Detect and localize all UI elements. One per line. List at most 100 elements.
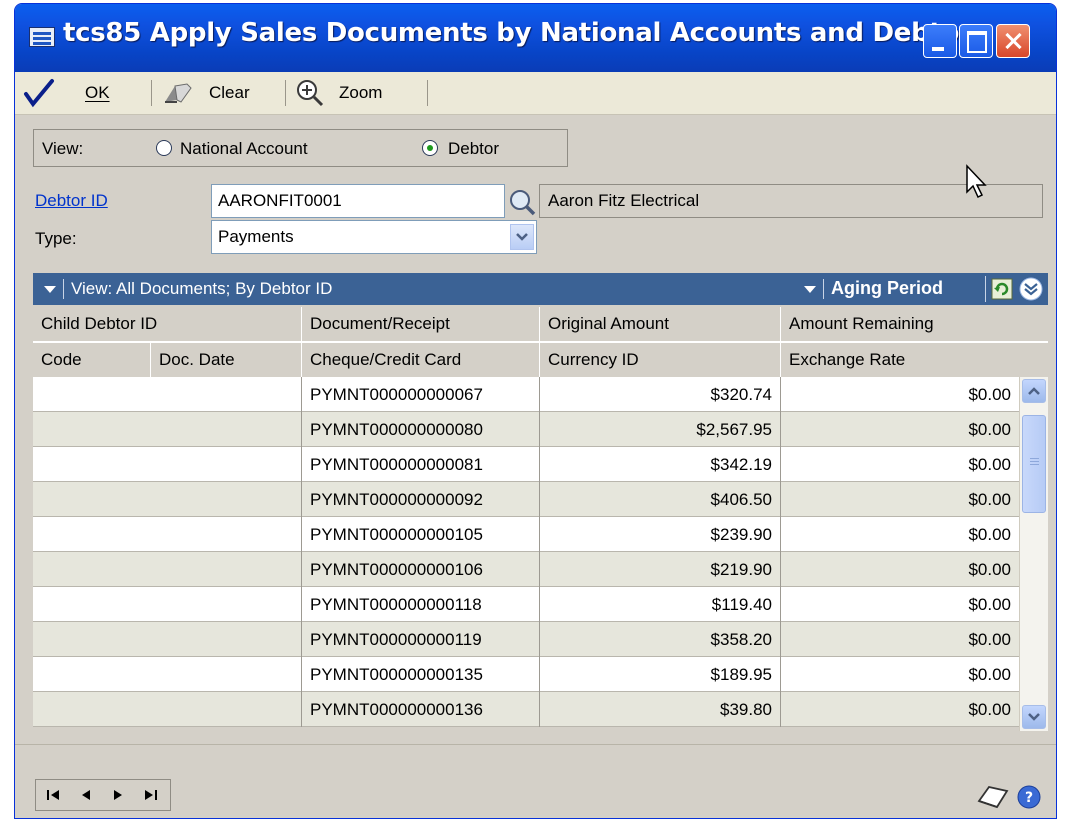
lookup-icon xyxy=(510,190,536,216)
table-row[interactable]: PYMNT000000000135 $189.95 $0.00 xyxy=(33,657,1019,692)
zoom-icon xyxy=(297,80,324,107)
cell-amount-remaining[interactable]: $0.00 xyxy=(781,377,1019,412)
cell-amount-remaining[interactable]: $0.00 xyxy=(781,622,1019,657)
cell-child-debtor-id[interactable] xyxy=(33,377,302,412)
scroll-down-button[interactable] xyxy=(1022,705,1046,729)
radio-national-account[interactable] xyxy=(156,140,172,156)
cell-child-debtor-id[interactable] xyxy=(33,482,302,517)
cell-child-debtor-id[interactable] xyxy=(33,447,302,482)
table-row[interactable]: PYMNT000000000119 $358.20 $0.00 xyxy=(33,622,1019,657)
cell-amount-remaining[interactable]: $0.00 xyxy=(781,412,1019,447)
cell-document[interactable]: PYMNT000000000105 xyxy=(302,517,540,552)
cell-original-amount[interactable]: $189.95 xyxy=(540,657,781,692)
cell-child-debtor-id[interactable] xyxy=(33,657,302,692)
cell-original-amount[interactable]: $239.90 xyxy=(540,517,781,552)
type-select[interactable]: Payments xyxy=(211,220,537,254)
clear-button[interactable]: Clear xyxy=(163,78,273,108)
last-record-button[interactable] xyxy=(136,784,164,806)
table-row[interactable]: PYMNT000000000092 $406.50 $0.00 xyxy=(33,482,1019,517)
cell-document[interactable]: PYMNT000000000106 xyxy=(302,552,540,587)
col-exchange-rate[interactable]: Exchange Rate xyxy=(781,343,1048,377)
cell-original-amount[interactable]: $119.40 xyxy=(540,587,781,622)
cell-amount-remaining[interactable]: $0.00 xyxy=(781,552,1019,587)
col-cheque-credit-card[interactable]: Cheque/Credit Card xyxy=(302,343,540,377)
table-row[interactable]: PYMNT000000000067 $320.74 $0.00 xyxy=(33,377,1019,412)
cell-child-debtor-id[interactable] xyxy=(33,692,302,727)
cell-child-debtor-id[interactable] xyxy=(33,517,302,552)
cell-original-amount[interactable]: $342.19 xyxy=(540,447,781,482)
table-row[interactable]: PYMNT000000000106 $219.90 $0.00 xyxy=(33,552,1019,587)
cell-amount-remaining[interactable]: $0.00 xyxy=(781,692,1019,727)
cell-original-amount[interactable]: $406.50 xyxy=(540,482,781,517)
cell-document[interactable]: PYMNT000000000067 xyxy=(302,377,540,412)
previous-record-button[interactable] xyxy=(72,784,100,806)
first-record-icon xyxy=(47,790,59,800)
col-code[interactable]: Code xyxy=(33,343,151,377)
col-doc-date[interactable]: Doc. Date xyxy=(151,343,302,377)
first-record-button[interactable] xyxy=(40,784,68,806)
zoom-button[interactable]: Zoom xyxy=(295,78,415,108)
debtor-label[interactable]: Debtor xyxy=(448,139,499,159)
view-menu-chevron-icon[interactable] xyxy=(43,285,57,295)
minimize-button[interactable] xyxy=(923,24,957,58)
dropdown-button[interactable] xyxy=(510,224,534,250)
aging-period-label[interactable]: Aging Period xyxy=(831,278,943,299)
debtor-id-value: AARONFIT0001 xyxy=(218,191,342,210)
debtor-id-input[interactable]: AARONFIT0001 xyxy=(211,184,505,218)
expand-icon[interactable] xyxy=(1019,277,1043,301)
cell-amount-remaining[interactable]: $0.00 xyxy=(781,482,1019,517)
table-row[interactable]: PYMNT000000000080 $2,567.95 $0.00 xyxy=(33,412,1019,447)
close-button[interactable] xyxy=(996,24,1030,58)
cell-child-debtor-id[interactable] xyxy=(33,552,302,587)
cell-original-amount[interactable]: $219.90 xyxy=(540,552,781,587)
grid-scrollbar[interactable] xyxy=(1019,377,1048,731)
table-row[interactable]: PYMNT000000000081 $342.19 $0.00 xyxy=(33,447,1019,482)
cell-original-amount[interactable]: $320.74 xyxy=(540,377,781,412)
cell-child-debtor-id[interactable] xyxy=(33,622,302,657)
refresh-icon[interactable] xyxy=(991,278,1013,300)
lookup-button[interactable] xyxy=(507,187,537,217)
cell-child-debtor-id[interactable] xyxy=(33,587,302,622)
debtor-id-link[interactable]: Debtor ID xyxy=(35,191,108,211)
cell-document[interactable]: PYMNT000000000080 xyxy=(302,412,540,447)
next-record-button[interactable] xyxy=(104,784,132,806)
help-icon[interactable]: ? xyxy=(1017,785,1041,809)
col-original-amount[interactable]: Original Amount xyxy=(540,307,781,341)
cell-original-amount[interactable]: $2,567.95 xyxy=(540,412,781,447)
table-row[interactable]: PYMNT000000000105 $239.90 $0.00 xyxy=(33,517,1019,552)
title-bar[interactable]: tcs85 Apply Sales Documents by National … xyxy=(15,4,1056,72)
cell-amount-remaining[interactable]: $0.00 xyxy=(781,447,1019,482)
cell-original-amount[interactable]: $39.80 xyxy=(540,692,781,727)
table-row[interactable]: PYMNT000000000136 $39.80 $0.00 xyxy=(33,692,1019,727)
note-icon[interactable] xyxy=(975,783,1009,811)
cell-document[interactable]: PYMNT000000000119 xyxy=(302,622,540,657)
col-child-debtor-id[interactable]: Child Debtor ID xyxy=(33,307,302,341)
ok-button[interactable]: OK xyxy=(23,78,133,108)
scroll-thumb[interactable] xyxy=(1022,415,1046,513)
cell-document[interactable]: PYMNT000000000136 xyxy=(302,692,540,727)
cell-original-amount[interactable]: $358.20 xyxy=(540,622,781,657)
cell-amount-remaining[interactable]: $0.00 xyxy=(781,517,1019,552)
clear-label: Clear xyxy=(209,83,250,102)
cell-child-debtor-id[interactable] xyxy=(33,412,302,447)
col-amount-remaining[interactable]: Amount Remaining xyxy=(781,307,1048,341)
chevron-up-icon xyxy=(1028,387,1040,395)
national-account-label[interactable]: National Account xyxy=(180,139,308,159)
cell-document[interactable]: PYMNT000000000135 xyxy=(302,657,540,692)
col-currency-id[interactable]: Currency ID xyxy=(540,343,781,377)
mouse-cursor-icon xyxy=(966,164,987,199)
grid-header-row-2: Code Doc. Date Cheque/Credit Card Curren… xyxy=(33,343,1048,377)
aging-menu-chevron-icon[interactable] xyxy=(803,285,817,295)
status-bar: ? xyxy=(15,744,1056,818)
grid-view-label[interactable]: View: All Documents; By Debtor ID xyxy=(71,279,332,299)
radio-debtor[interactable] xyxy=(422,140,438,156)
cell-document[interactable]: PYMNT000000000081 xyxy=(302,447,540,482)
scroll-up-button[interactable] xyxy=(1022,379,1046,403)
cell-amount-remaining[interactable]: $0.00 xyxy=(781,657,1019,692)
table-row[interactable]: PYMNT000000000118 $119.40 $0.00 xyxy=(33,587,1019,622)
cell-document[interactable]: PYMNT000000000092 xyxy=(302,482,540,517)
maximize-button[interactable] xyxy=(959,24,993,58)
cell-document[interactable]: PYMNT000000000118 xyxy=(302,587,540,622)
cell-amount-remaining[interactable]: $0.00 xyxy=(781,587,1019,622)
col-document-receipt[interactable]: Document/Receipt xyxy=(302,307,540,341)
